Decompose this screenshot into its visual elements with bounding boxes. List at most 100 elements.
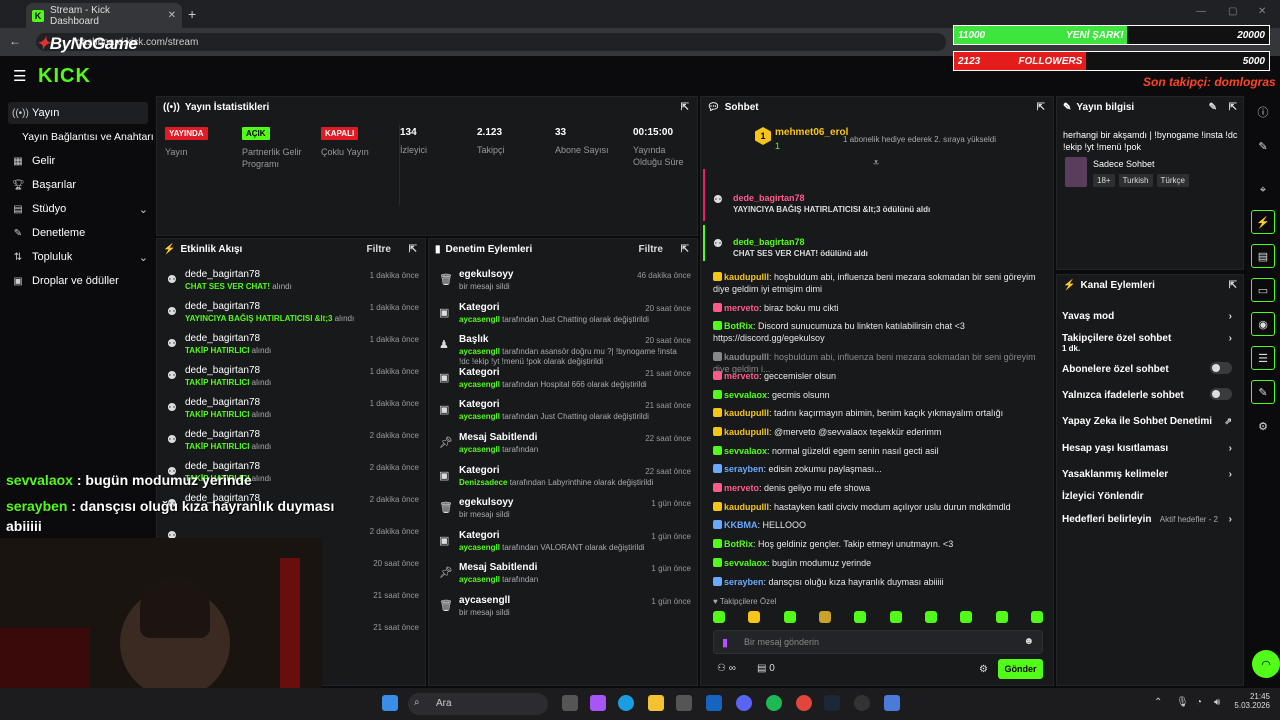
app-icon[interactable]: [884, 695, 900, 711]
activity-event[interactable]: ⚉ dede_bagirtan78 YAYINCIYA BAĞIŞ HATIRLAT…: [165, 299, 419, 327]
chat-username[interactable]: serayben: [724, 577, 764, 587]
url-field[interactable]: dashboard.kick.com/stream: [36, 33, 946, 51]
mod-actor[interactable]: aycasengll: [459, 347, 500, 356]
activity-event[interactable]: ⚉ dede_bagirtan78 TAKİP HATIRLICI alındı 1 …: [165, 363, 419, 391]
chat-message[interactable]: sevvalaox: gecmis olsunn: [713, 389, 1043, 401]
chrome-icon[interactable]: [796, 695, 812, 711]
event-user[interactable]: dede_bagirtan78: [185, 397, 260, 408]
chat-username[interactable]: BotRix: [724, 321, 753, 331]
chat-username[interactable]: merveto: [724, 483, 759, 493]
chat-username[interactable]: merveto: [724, 303, 759, 313]
chat-username[interactable]: kaudupulll: [724, 427, 769, 437]
mod-actor[interactable]: aycasengll: [459, 575, 500, 584]
reward2-user[interactable]: dede_bagirtan78: [733, 237, 805, 247]
kick-logo[interactable]: KICK: [38, 65, 91, 88]
tag[interactable]: 18+: [1093, 174, 1115, 187]
chat-message[interactable]: BotRix: Discord sunucumuza bu linkten ka…: [713, 320, 1043, 344]
chat-settings-icon[interactable]: ⚙: [979, 664, 988, 675]
chat-username[interactable]: sevvalaox: [724, 558, 767, 568]
wrench-icon[interactable]: ✎: [1251, 380, 1275, 404]
mod-actor[interactable]: aycasengll: [459, 315, 500, 324]
chat-username[interactable]: merveto: [724, 371, 759, 381]
close-window-icon[interactable]: ✕: [1258, 6, 1266, 17]
activity-event[interactable]: ⚉ dede_bagirtan78 TAKİP HATIRLICI alındı 1 …: [165, 331, 419, 359]
chat-username[interactable]: BotRix: [724, 539, 753, 549]
chat-message[interactable]: KKBMA: HELLOOO: [713, 519, 1043, 531]
obs-icon[interactable]: [854, 695, 870, 711]
channel-action-row[interactable]: Hesap yaşı kısıtlaması ›: [1062, 443, 1232, 454]
chat-message[interactable]: serayben: dansçısı oluğu kıza hayranlık …: [713, 576, 1043, 588]
event-user[interactable]: dede_bagirtan78: [185, 301, 260, 312]
windows-start-icon[interactable]: [382, 695, 398, 711]
bolt-icon[interactable]: ⚡: [1251, 210, 1275, 234]
emote-icon[interactable]: [924, 611, 937, 623]
chat-username[interactable]: KKBMA: [724, 520, 758, 530]
sidebar-item-yayin[interactable]: ((•)) Yayın: [8, 102, 148, 124]
popout-icon[interactable]: ⇱: [409, 244, 417, 255]
channel-action-row[interactable]: Yasaklanmış kelimeler ›: [1062, 469, 1232, 480]
emote-icon[interactable]: [748, 611, 761, 623]
popout-icon[interactable]: ⇱: [1229, 102, 1237, 113]
notes-icon[interactable]: ▤: [1251, 244, 1275, 268]
sidebar-item-topluluk[interactable]: ⇅ Topluluk ⌄: [8, 246, 148, 268]
volume-icon[interactable]: 🔊︎: [1214, 697, 1220, 708]
popout-icon[interactable]: ⇱: [681, 244, 689, 255]
toggle-switch[interactable]: [1210, 388, 1232, 400]
mic-icon[interactable]: 🎙︎: [1176, 697, 1189, 708]
spotify-icon[interactable]: [766, 695, 782, 711]
chat-username[interactable]: kaudupulll: [724, 502, 769, 512]
edge-icon[interactable]: [618, 695, 634, 711]
mod-actor[interactable]: aycasengll: [459, 445, 500, 454]
activity-event[interactable]: ⚉ dede_bagirtan78 CHAT SES VER CHAT! alınd…: [165, 267, 419, 295]
tag[interactable]: Türkçe: [1156, 174, 1189, 187]
chat-username[interactable]: sevvalaox: [724, 446, 767, 456]
steam-icon[interactable]: [824, 695, 840, 711]
event-user[interactable]: dede_bagirtan78: [185, 461, 260, 472]
sidebar-item-denetleme[interactable]: ✎ Denetleme: [8, 222, 148, 244]
chat-message[interactable]: merveto: geccemisler olsun: [713, 370, 1043, 382]
focus-icon[interactable]: ⌖: [1251, 178, 1275, 202]
mail-icon[interactable]: [706, 695, 722, 711]
mic-icon[interactable]: ▮: [722, 636, 728, 649]
popout-icon[interactable]: ⇱: [1037, 102, 1045, 113]
channel-action-row[interactable]: Yavaş mod ›: [1062, 311, 1232, 322]
chat-message[interactable]: kaudupulll: @merveto @sevvalaox teşekkür…: [713, 426, 1043, 438]
chat-input[interactable]: ▮ Bir mesaj gönderin ☻: [713, 630, 1043, 654]
chat-message[interactable]: serayben: edisin zokumu paylaşması...: [713, 463, 1043, 475]
tag[interactable]: Turkish: [1118, 174, 1153, 187]
popout-icon[interactable]: ⇱: [681, 102, 689, 113]
back-icon[interactable]: ←: [9, 34, 21, 48]
channel-action-row[interactable]: Takipçilere özel sohbet 1 dk. ›: [1062, 333, 1232, 353]
support-icon[interactable]: ◠: [1252, 650, 1280, 678]
emote-icon[interactable]: [818, 611, 831, 623]
chat-username[interactable]: sevvalaox: [724, 390, 767, 400]
gear-icon[interactable]: ⚙: [1251, 414, 1275, 438]
activity-event[interactable]: ⚉ dede_bagirtan78 TAKİP HATIRLICI alındı 2 …: [165, 427, 419, 455]
popout-icon[interactable]: ⇱: [1229, 280, 1237, 291]
mod-actor[interactable]: aycasengll: [459, 380, 500, 389]
network-icon[interactable]: ◔: [1196, 697, 1202, 708]
emote-icon[interactable]: [960, 611, 973, 623]
channel-action-row[interactable]: Yalnızca ifadelerle sohbet: [1062, 388, 1232, 401]
clock[interactable]: 21:45 5.03.2026: [1234, 692, 1270, 710]
sidebar-item-basarilar[interactable]: 🏆︎ Başarılar: [8, 174, 148, 196]
chat-message[interactable]: kaudupulll: tadını kaçırmayın abimin, be…: [713, 407, 1043, 419]
chat-message[interactable]: sevvalaox: bugün modumuz yerinde: [713, 557, 1043, 569]
emote-icon[interactable]: [854, 611, 867, 623]
sidebar-item-studyo[interactable]: ▤ Stüdyo ⌄: [8, 198, 148, 220]
chat-message[interactable]: merveto: denis geliyo mu efe showa: [713, 482, 1043, 494]
new-tab-icon[interactable]: +: [188, 6, 196, 22]
event-user[interactable]: dede_bagirtan78: [185, 365, 260, 376]
tray-chevron-icon[interactable]: ⌃: [1154, 697, 1162, 708]
close-tab-icon[interactable]: ✕: [168, 10, 176, 21]
mod-actor[interactable]: aycasengll: [459, 543, 500, 552]
list-icon[interactable]: ☰: [1251, 346, 1275, 370]
mod-actor[interactable]: Denizsadece: [459, 478, 507, 487]
chat-message[interactable]: BotRix: Hoş geldiniz gençler. Takip etme…: [713, 538, 1043, 550]
activity-event[interactable]: ⚉ dede_bagirtan78 TAKİP HATIRLICI alındı 1 …: [165, 395, 419, 423]
maximize-icon[interactable]: ▢: [1228, 6, 1237, 17]
mod-actor[interactable]: aycasengll: [459, 412, 500, 421]
send-button[interactable]: Gönder: [998, 659, 1043, 679]
emote-icon[interactable]: [889, 611, 902, 623]
copilot-icon[interactable]: [590, 695, 606, 711]
